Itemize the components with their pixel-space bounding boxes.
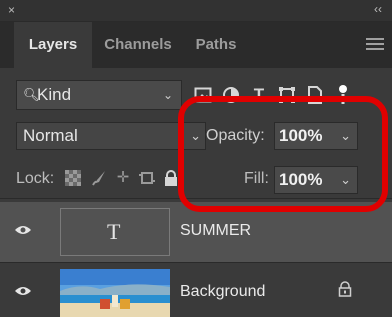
eye-icon[interactable] (14, 285, 32, 297)
layer-thumbnail-image (60, 269, 170, 317)
layer-thumbnail-text: T (60, 208, 170, 256)
type-layer-icon: T (107, 219, 121, 244)
tab-channels[interactable]: Channels (94, 22, 182, 68)
eye-icon[interactable] (14, 224, 32, 236)
lock-icon[interactable] (338, 281, 352, 302)
tab-layers[interactable]: Layers (14, 22, 92, 68)
panel-menu-icon[interactable] (366, 35, 384, 53)
filter-kind-label: Kind (37, 85, 72, 104)
layer-row-background[interactable]: Background (0, 262, 392, 317)
close-panel-icon[interactable]: × (8, 3, 15, 17)
tab-paths[interactable]: Paths (186, 22, 246, 68)
collapse-panel-icon[interactable]: ‹‹ (374, 2, 382, 16)
panel-tabs: Layers Channels Paths (0, 22, 392, 68)
blend-mode-value: Normal (23, 126, 78, 145)
highlight-annotation (178, 96, 388, 212)
lock-transparent-pixels-icon[interactable] (62, 167, 84, 189)
chevron-down-icon: ⌄ (162, 88, 173, 102)
layer-name[interactable]: Background (180, 283, 265, 301)
lock-position-icon[interactable]: ✛ (112, 167, 134, 189)
panel-titlebar: × ‹‹ (0, 0, 392, 22)
layer-name[interactable]: SUMMER (180, 222, 251, 240)
lock-label: Lock: (16, 170, 55, 187)
filter-kind-dropdown[interactable]: 🔍︎ Kind ⌄ (16, 80, 182, 110)
lock-artboard-icon[interactable] (136, 167, 158, 189)
lock-image-pixels-icon[interactable] (88, 167, 110, 189)
